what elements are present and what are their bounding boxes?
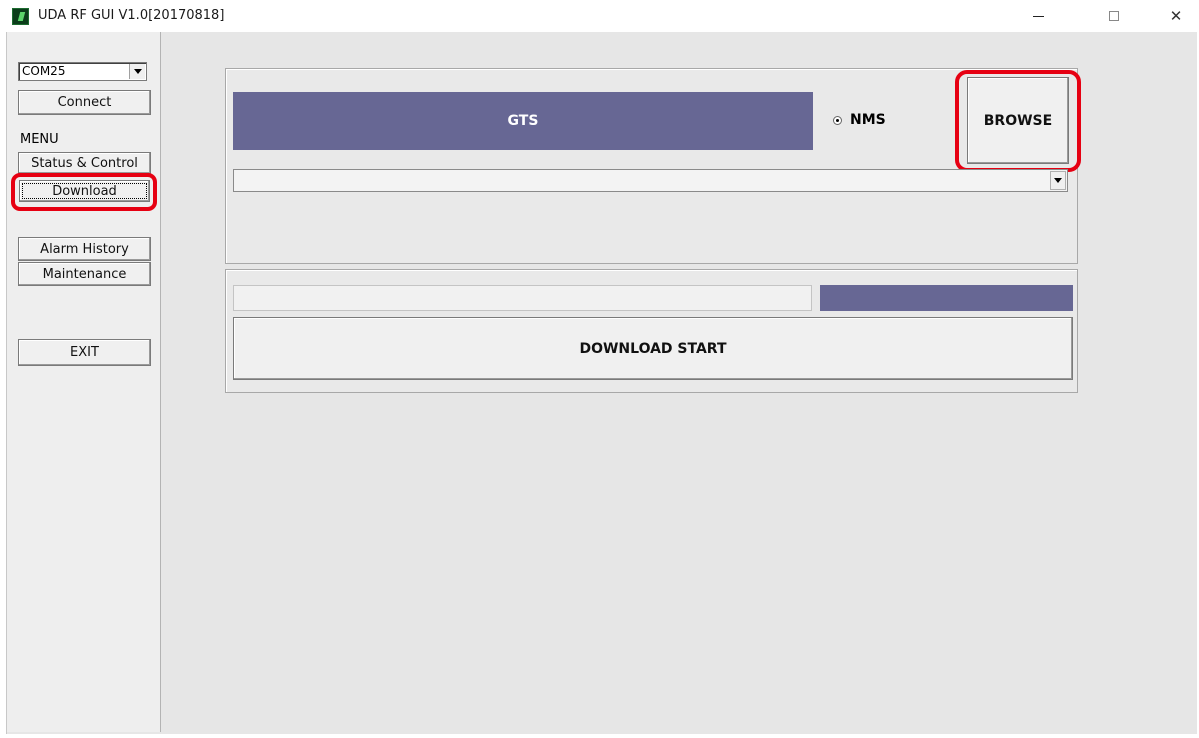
progress-track [233,285,812,311]
com-port-value: COM25 [22,64,66,78]
gts-target-option[interactable]: GTS [233,92,813,150]
sidebar: COM25 Connect MENU Status & Control Down… [7,32,161,732]
progress-indicator [820,285,1073,311]
dropdown-arrow-button[interactable] [129,64,145,79]
minimize-button[interactable] [1015,0,1061,32]
sidebar-item-alarm-history[interactable]: Alarm History [18,237,151,261]
exit-button[interactable]: EXIT [18,339,151,366]
maximize-button[interactable] [1091,0,1137,32]
minimize-icon [1032,15,1044,17]
nms-radio-label: NMS [850,112,886,128]
app-icon [12,8,29,25]
browse-highlight [955,70,1081,172]
window-title: UDA RF GUI V1.0[20170818] [38,8,225,23]
maximize-icon [1109,11,1119,21]
title-bar: UDA RF GUI V1.0[20170818] ✕ [0,0,1199,32]
download-start-button[interactable]: DOWNLOAD START [233,317,1073,380]
chevron-down-icon [1054,178,1062,183]
menu-label: MENU [20,132,59,147]
sidebar-item-maintenance[interactable]: Maintenance [18,262,151,286]
nms-radio-option[interactable]: NMS [833,112,886,128]
com-port-select[interactable]: COM25 [18,62,147,81]
download-highlight [11,173,157,211]
file-path-select[interactable] [233,169,1068,192]
connect-button[interactable]: Connect [18,90,151,115]
file-dropdown-button[interactable] [1050,171,1066,190]
close-button[interactable]: ✕ [1153,0,1199,32]
radio-icon [833,115,842,125]
sidebar-item-status-control[interactable]: Status & Control [18,152,151,174]
client-area: COM25 Connect MENU Status & Control Down… [6,32,1197,734]
close-icon: ✕ [1169,7,1183,25]
chevron-down-icon [133,69,142,74]
